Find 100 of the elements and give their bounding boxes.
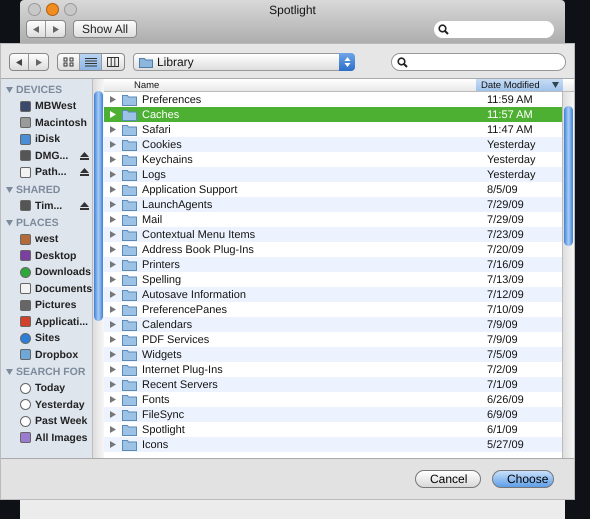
disclosure-triangle-icon[interactable] (6, 87, 13, 93)
disclosure-triangle-icon[interactable] (110, 216, 116, 223)
cancel-button[interactable]: Cancel (415, 470, 481, 488)
disclosure-triangle-icon[interactable] (110, 141, 116, 148)
disclosure-triangle-icon[interactable] (110, 381, 116, 388)
file-name: Logs (142, 168, 167, 180)
file-row[interactable]: Spotlight 6/1/09 (100, 422, 562, 437)
eject-icon[interactable] (80, 152, 90, 160)
grid-icon (62, 57, 74, 67)
file-name: Spelling (142, 274, 182, 286)
eject-icon[interactable] (80, 168, 90, 176)
file-name: Address Book Plug-Ins (142, 244, 255, 256)
date-modified: Yesterday (487, 168, 537, 180)
minimize-button[interactable] (46, 3, 59, 16)
disclosure-triangle-icon[interactable] (110, 366, 116, 373)
file-name: PreferencePanes (142, 304, 228, 316)
file-row[interactable]: Mail 7/29/09 (100, 212, 562, 227)
folder-icon (122, 318, 138, 330)
scrollbar[interactable] (92, 79, 104, 458)
disclosure-triangle-icon[interactable] (6, 369, 13, 375)
sidebar-item[interactable]: Tim... (35, 200, 62, 212)
file-row[interactable]: Fonts 6/26/09 (100, 392, 562, 407)
right-arrow-icon (52, 26, 58, 32)
sidebar-item[interactable]: All Images (35, 432, 88, 444)
file-name: FileSync (142, 408, 186, 420)
disclosure-triangle-icon[interactable] (110, 396, 116, 403)
disclosure-triangle-icon[interactable] (110, 306, 116, 313)
disclosure-triangle-icon[interactable] (110, 201, 116, 208)
file-row[interactable]: Preferences 11:59 AM (100, 92, 562, 107)
view-switcher[interactable] (57, 53, 125, 71)
sidebar-item[interactable]: west (35, 233, 58, 246)
clock-icon (20, 416, 31, 427)
folder-icon (122, 228, 138, 240)
sidebar-item[interactable]: DMG... (35, 150, 68, 162)
left-arrow-icon (16, 58, 22, 66)
left-arrow-icon (33, 26, 39, 32)
scrollbar[interactable] (562, 92, 574, 458)
disclosure-triangle-icon[interactable] (110, 441, 116, 448)
file-row[interactable]: Spelling 7/13/09 (100, 272, 562, 287)
sidebar-item[interactable]: Today (35, 382, 66, 394)
file-name: Mail (142, 214, 164, 226)
disclosure-triangle-icon[interactable] (6, 220, 13, 226)
file-row[interactable]: Internet Plug-Ins 7/2/09 (100, 362, 562, 377)
disclosure-triangle-icon[interactable] (110, 171, 116, 178)
disclosure-triangle-icon[interactable] (110, 261, 116, 268)
list-view-button[interactable] (80, 54, 102, 70)
date-modified: Yesterday (487, 154, 537, 166)
disclosure-triangle-icon[interactable] (110, 321, 116, 328)
column-header[interactable]: Date Modified (476, 79, 563, 91)
disclosure-triangle-icon[interactable] (110, 126, 116, 133)
sidebar-item[interactable]: MBWest (35, 100, 76, 112)
disclosure-triangle-icon[interactable] (110, 291, 116, 298)
column-header[interactable]: Name (100, 79, 476, 91)
sidebar-item[interactable]: Downloads (35, 266, 92, 278)
disclosure-triangle-icon[interactable] (110, 156, 116, 163)
file-row[interactable]: PDF Services 7/9/09 (100, 332, 562, 347)
folder-icon (122, 108, 138, 120)
show-all-button[interactable]: Show All (73, 20, 138, 38)
list-icon (84, 57, 96, 67)
disclosure-triangle-icon[interactable] (110, 276, 116, 283)
sidebar-item[interactable]: Applicati... (35, 316, 88, 328)
file-row[interactable]: Address Book Plug-Ins 7/20/09 (100, 242, 562, 257)
sidebar-item[interactable]: Pictures (35, 299, 76, 312)
eject-icon[interactable] (80, 202, 90, 210)
disclosure-triangle-icon[interactable] (110, 351, 116, 358)
disclosure-triangle-icon[interactable] (110, 336, 116, 343)
disclosure-triangle-icon[interactable] (110, 186, 116, 193)
file-row[interactable]: Application Support 8/5/09 (100, 182, 562, 197)
file-row[interactable]: PreferencePanes 7/10/09 (100, 302, 562, 317)
date-modified: 7/5/09 (487, 348, 519, 360)
date-modified: 6/1/09 (487, 424, 519, 436)
date-modified: 7/1/09 (487, 378, 519, 390)
disclosure-triangle-icon[interactable] (110, 111, 116, 118)
location-popup[interactable]: Library (133, 53, 355, 71)
disclosure-triangle-icon[interactable] (110, 411, 116, 418)
sidebar-item[interactable]: Desktop (35, 250, 76, 262)
file-name: Recent Servers (142, 378, 219, 390)
sidebar-item[interactable]: Path... (35, 166, 67, 178)
sidebar-item[interactable]: Dropbox (35, 348, 78, 361)
sidebar-item[interactable]: Macintosh (35, 116, 87, 129)
disclosure-triangle-icon[interactable] (110, 96, 116, 103)
sidebar-item[interactable]: Documents (35, 282, 92, 295)
file-name: Safari (142, 124, 172, 136)
search-field[interactable] (434, 20, 554, 38)
search-field[interactable] (391, 53, 566, 71)
disclosure-triangle-icon[interactable] (110, 246, 116, 253)
date-modified: 7/13/09 (487, 274, 525, 286)
file-name: Icons (142, 438, 170, 450)
date-modified: 7/23/09 (487, 228, 525, 240)
disclosure-triangle-icon[interactable] (6, 186, 13, 192)
disclosure-triangle-icon[interactable] (110, 426, 116, 433)
file-row[interactable]: Safari 11:47 AM (100, 122, 562, 137)
choose-button[interactable]: Choose (492, 470, 554, 488)
sidebar-item[interactable]: Past Week (35, 415, 88, 428)
sidebar-item[interactable]: Yesterday (35, 398, 85, 411)
disclosure-triangle-icon[interactable] (110, 231, 116, 238)
sidebar-item[interactable]: iDisk (35, 133, 60, 146)
sidebar-item[interactable]: Sites (35, 332, 60, 344)
file-name: Contextual Menu Items (142, 228, 256, 240)
file-row[interactable]: Keychains Yesterday (100, 152, 562, 167)
